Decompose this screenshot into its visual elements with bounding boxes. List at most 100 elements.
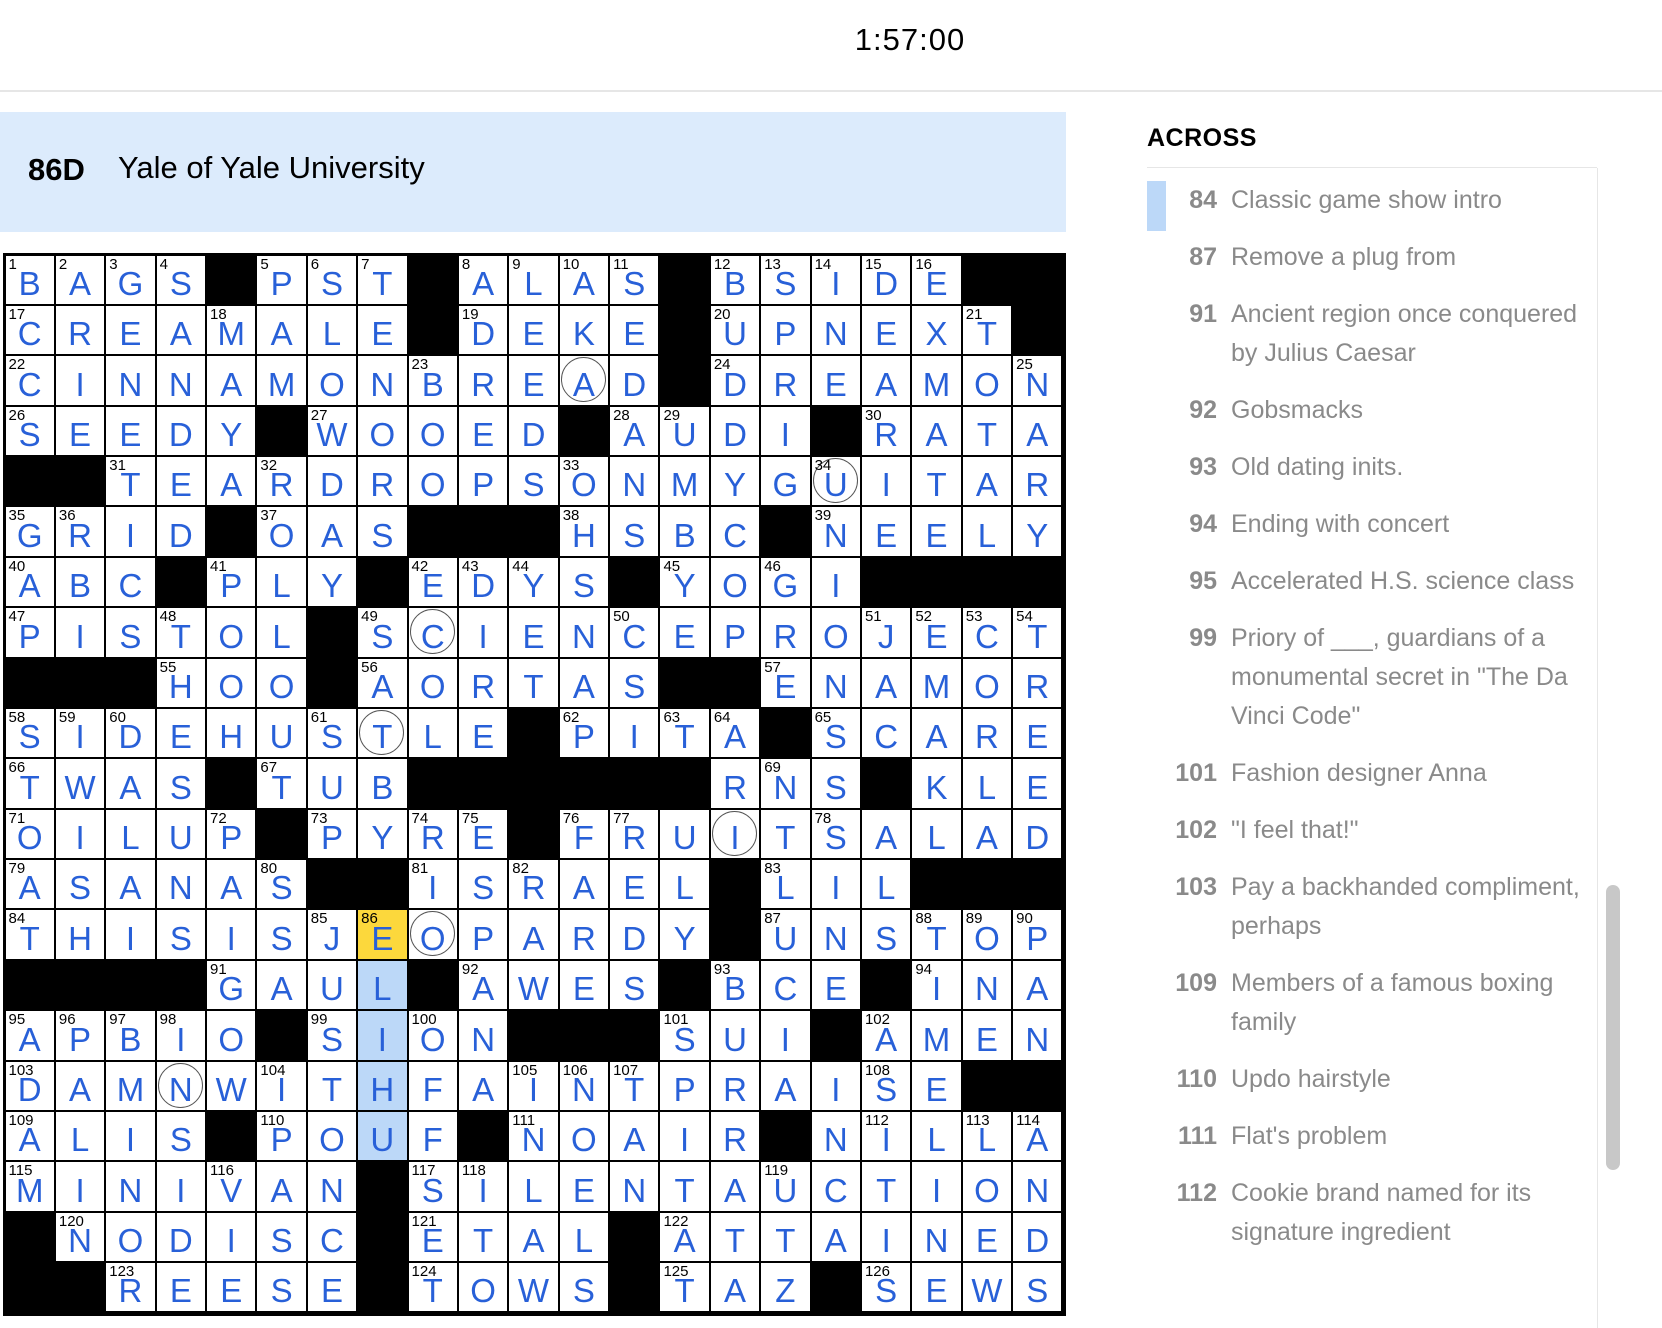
grid-cell-r1-c6[interactable]: L bbox=[307, 305, 357, 355]
grid-cell-r9-c2[interactable]: 60 D bbox=[106, 708, 155, 758]
grid-cell-r4-c11[interactable]: 33 O bbox=[559, 457, 609, 506]
grid-cell-r17-c2[interactable]: I bbox=[106, 1111, 155, 1161]
grid-cell-r20-c19[interactable]: W bbox=[962, 1263, 1012, 1312]
grid-cell-r0-c16[interactable]: 14 I bbox=[811, 255, 860, 304]
grid-cell-r2-c7[interactable]: N bbox=[358, 356, 407, 405]
grid-cell-r12-c17[interactable]: L bbox=[861, 860, 911, 909]
grid-cell-r3-c9[interactable]: E bbox=[458, 406, 508, 456]
grid-cell-r20-c15[interactable]: Z bbox=[761, 1263, 810, 1312]
grid-cell-r15-c7[interactable]: I bbox=[358, 1011, 407, 1060]
grid-cell-r4-c13[interactable]: M bbox=[660, 457, 709, 506]
grid-cell-r15-c14[interactable]: U bbox=[710, 1011, 760, 1060]
grid-cell-r11-c18[interactable]: L bbox=[912, 809, 961, 859]
grid-cell-r0-c12[interactable]: 11 S bbox=[610, 255, 659, 304]
grid-cell-r18-c20[interactable]: N bbox=[1013, 1162, 1062, 1211]
grid-cell-r6-c15[interactable]: 46 G bbox=[761, 557, 810, 607]
grid-cell-r5-c6[interactable]: A bbox=[307, 507, 357, 556]
grid-cell-r8-c18[interactable]: M bbox=[912, 658, 961, 707]
clue-list-scrollbar[interactable] bbox=[1606, 885, 1620, 1170]
grid-cell-r2-c1[interactable]: I bbox=[55, 356, 105, 405]
grid-cell-r20-c4[interactable]: E bbox=[207, 1263, 256, 1312]
grid-cell-r20-c18[interactable]: E bbox=[912, 1263, 961, 1312]
grid-cell-r1-c15[interactable]: P bbox=[761, 305, 810, 355]
grid-cell-r17-c1[interactable]: L bbox=[55, 1111, 105, 1161]
clue-item-112-across[interactable]: 112 Cookie brand named for its signature … bbox=[1147, 1165, 1597, 1261]
grid-cell-r11-c3[interactable]: U bbox=[156, 809, 206, 859]
clue-item-102-across[interactable]: 102 "I feel that!" bbox=[1147, 802, 1597, 859]
grid-cell-r16-c3[interactable]: N bbox=[156, 1061, 206, 1110]
grid-cell-r7-c18[interactable]: 52 E bbox=[912, 608, 961, 657]
grid-cell-r13-c0[interactable]: 84 T bbox=[5, 910, 54, 959]
grid-cell-r6-c8[interactable]: 42 E bbox=[408, 557, 457, 607]
grid-cell-r16-c7[interactable]: H bbox=[358, 1061, 407, 1110]
grid-cell-r16-c10[interactable]: 105 I bbox=[509, 1061, 558, 1110]
grid-cell-r12-c12[interactable]: E bbox=[610, 860, 659, 909]
grid-cell-r5-c3[interactable]: D bbox=[156, 507, 206, 556]
grid-cell-r0-c18[interactable]: 16 E bbox=[912, 255, 961, 304]
grid-cell-r18-c16[interactable]: C bbox=[811, 1162, 860, 1211]
grid-cell-r3-c4[interactable]: Y bbox=[207, 406, 256, 456]
grid-cell-r3-c1[interactable]: E bbox=[55, 406, 105, 456]
clue-item-87-across[interactable]: 87 Remove a plug from bbox=[1147, 229, 1597, 286]
grid-cell-r15-c8[interactable]: 100 O bbox=[408, 1011, 457, 1060]
grid-cell-r18-c0[interactable]: 115 M bbox=[5, 1162, 54, 1211]
grid-cell-r12-c13[interactable]: L bbox=[660, 860, 709, 909]
grid-cell-r11-c20[interactable]: D bbox=[1013, 809, 1062, 859]
grid-cell-r14-c7[interactable]: L bbox=[358, 960, 407, 1010]
grid-cell-r5-c18[interactable]: E bbox=[912, 507, 961, 556]
grid-cell-r3-c13[interactable]: 29 U bbox=[660, 406, 709, 456]
grid-cell-r9-c20[interactable]: E bbox=[1013, 708, 1062, 758]
grid-cell-r19-c15[interactable]: T bbox=[761, 1212, 810, 1262]
grid-cell-r3-c0[interactable]: 26 S bbox=[5, 406, 54, 456]
grid-cell-r4-c19[interactable]: A bbox=[962, 457, 1012, 506]
grid-cell-r2-c17[interactable]: A bbox=[861, 356, 911, 405]
grid-cell-r7-c14[interactable]: P bbox=[710, 608, 760, 657]
grid-cell-r11-c7[interactable]: Y bbox=[358, 809, 407, 859]
grid-cell-r20-c6[interactable]: E bbox=[307, 1263, 357, 1312]
grid-cell-r14-c4[interactable]: 91 G bbox=[207, 960, 256, 1010]
grid-cell-r18-c13[interactable]: T bbox=[660, 1162, 709, 1211]
grid-cell-r1-c2[interactable]: E bbox=[106, 305, 155, 355]
grid-cell-r17-c19[interactable]: 113 L bbox=[962, 1111, 1012, 1161]
grid-cell-r17-c12[interactable]: A bbox=[610, 1111, 659, 1161]
grid-cell-r15-c15[interactable]: I bbox=[761, 1011, 810, 1060]
grid-cell-r20-c9[interactable]: O bbox=[458, 1263, 508, 1312]
grid-cell-r7-c0[interactable]: 47 P bbox=[5, 608, 54, 657]
grid-cell-r18-c1[interactable]: I bbox=[55, 1162, 105, 1211]
grid-cell-r10-c20[interactable]: E bbox=[1013, 759, 1062, 808]
grid-cell-r8-c16[interactable]: N bbox=[811, 658, 860, 707]
grid-cell-r8-c11[interactable]: A bbox=[559, 658, 609, 707]
grid-cell-r16-c8[interactable]: F bbox=[408, 1061, 457, 1110]
grid-cell-r7-c2[interactable]: S bbox=[106, 608, 155, 657]
grid-cell-r7-c11[interactable]: N bbox=[559, 608, 609, 657]
grid-cell-r16-c14[interactable]: R bbox=[710, 1061, 760, 1110]
grid-cell-r18-c14[interactable]: A bbox=[710, 1162, 760, 1211]
grid-cell-r0-c11[interactable]: 10 A bbox=[559, 255, 609, 304]
grid-cell-r16-c4[interactable]: W bbox=[207, 1061, 256, 1110]
grid-cell-r11-c14[interactable]: I bbox=[710, 809, 760, 859]
grid-cell-r1-c12[interactable]: E bbox=[610, 305, 659, 355]
grid-cell-r6-c2[interactable]: C bbox=[106, 557, 155, 607]
grid-cell-r12-c8[interactable]: 81 I bbox=[408, 860, 457, 909]
clue-item-95-across[interactable]: 95 Accelerated H.S. science class bbox=[1147, 553, 1597, 610]
grid-cell-r10-c3[interactable]: S bbox=[156, 759, 206, 808]
grid-cell-r14-c5[interactable]: A bbox=[257, 960, 306, 1010]
grid-cell-r13-c5[interactable]: S bbox=[257, 910, 306, 959]
grid-cell-r6-c16[interactable]: I bbox=[811, 557, 860, 607]
grid-cell-r3-c15[interactable]: I bbox=[761, 406, 810, 456]
grid-cell-r11-c8[interactable]: 74 R bbox=[408, 809, 457, 859]
grid-cell-r7-c12[interactable]: 50 C bbox=[610, 608, 659, 657]
grid-cell-r3-c12[interactable]: 28 A bbox=[610, 406, 659, 456]
grid-cell-r20-c10[interactable]: W bbox=[509, 1263, 558, 1312]
grid-cell-r1-c9[interactable]: 19 D bbox=[458, 305, 508, 355]
grid-cell-r16-c1[interactable]: A bbox=[55, 1061, 105, 1110]
grid-cell-r0-c1[interactable]: 2A bbox=[55, 255, 105, 304]
grid-cell-r16-c9[interactable]: A bbox=[458, 1061, 508, 1110]
grid-cell-r9-c7[interactable]: T bbox=[358, 708, 407, 758]
grid-cell-r7-c13[interactable]: E bbox=[660, 608, 709, 657]
grid-cell-r19-c6[interactable]: C bbox=[307, 1212, 357, 1262]
grid-cell-r3-c8[interactable]: O bbox=[408, 406, 457, 456]
grid-cell-r19-c20[interactable]: D bbox=[1013, 1212, 1062, 1262]
grid-cell-r7-c9[interactable]: I bbox=[458, 608, 508, 657]
grid-cell-r15-c3[interactable]: 98 I bbox=[156, 1011, 206, 1060]
